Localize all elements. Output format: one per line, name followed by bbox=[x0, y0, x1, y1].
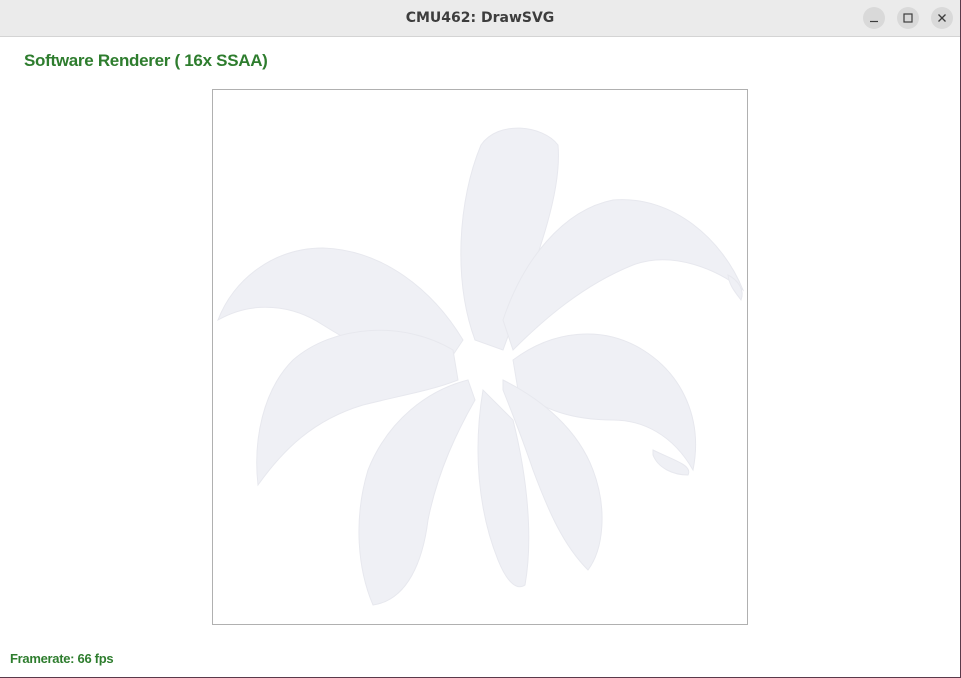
framerate-label: Framerate: 66 fps bbox=[10, 651, 114, 666]
title-bar[interactable]: CMU462: DrawSVG bbox=[0, 0, 960, 37]
maximize-button[interactable] bbox=[897, 7, 919, 29]
render-viewport[interactable]: Software Renderer ( 16x SSAA) Framerate:… bbox=[0, 37, 960, 677]
renderer-label: Software Renderer ( 16x SSAA) bbox=[24, 51, 268, 70]
minimize-button[interactable] bbox=[863, 7, 885, 29]
maximize-icon bbox=[903, 13, 913, 23]
minimize-icon bbox=[870, 20, 878, 23]
svg-canvas[interactable] bbox=[212, 89, 748, 625]
close-icon bbox=[938, 14, 946, 22]
window-title: CMU462: DrawSVG bbox=[405, 10, 555, 26]
close-button[interactable] bbox=[931, 7, 953, 29]
leaf-lower-left bbox=[358, 379, 476, 606]
app-window: CMU462: DrawSVG Software Renderer ( 16x … bbox=[0, 0, 961, 678]
plant-drawing bbox=[217, 127, 745, 606]
